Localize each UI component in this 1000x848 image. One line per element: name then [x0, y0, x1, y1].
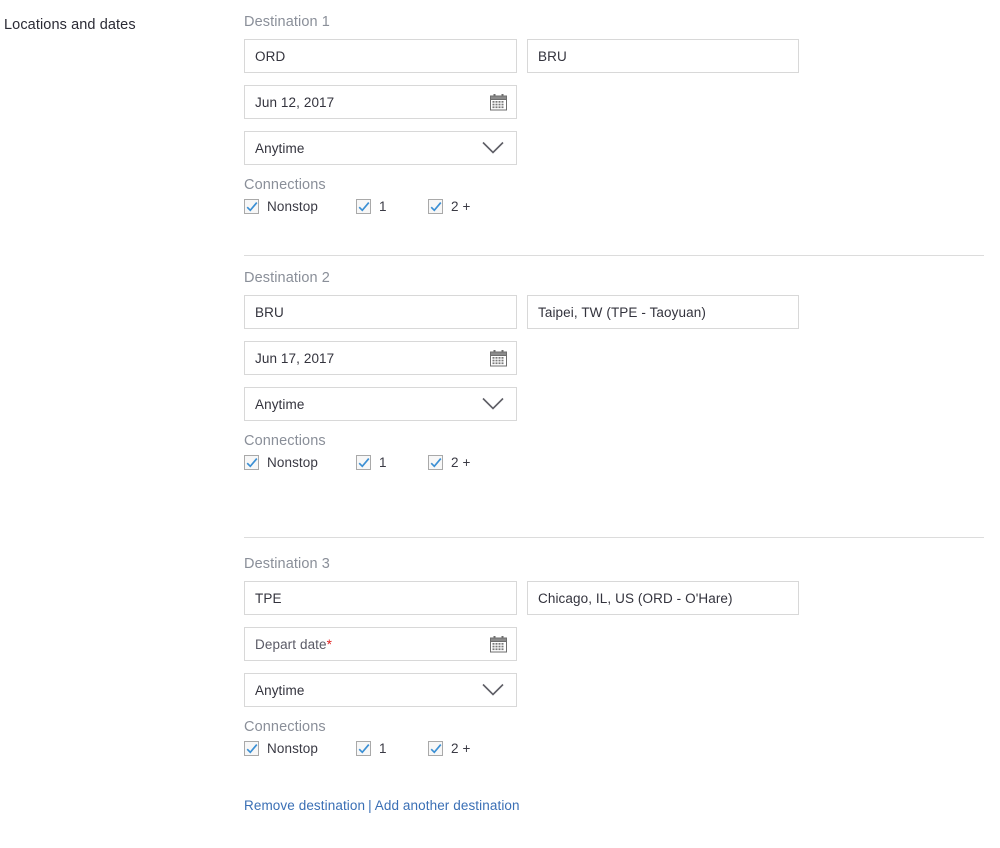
- time-select-3[interactable]: Anytime: [244, 673, 517, 707]
- destination-block-2: Destination 2 BRU Taipei, TW (TPE - Taoyua…: [244, 270, 799, 475]
- destination-block-3: Destination 3 TPE Chicago, IL, US (ORD - O…: [244, 556, 799, 761]
- depart-date-value-3: Depart date: [255, 636, 327, 652]
- required-marker-3: *: [326, 636, 332, 652]
- time-select-value-3: Anytime: [255, 682, 305, 698]
- calendar-icon[interactable]: [490, 94, 507, 111]
- destination-title-2: Destination 2: [244, 270, 330, 286]
- connection-label: 1: [379, 199, 387, 214]
- destination-value-1: BRU: [538, 48, 567, 64]
- connection-checkbox-3-2[interactable]: 1: [356, 741, 387, 756]
- connection-checkbox-2-1[interactable]: Nonstop: [244, 455, 318, 470]
- checkbox-icon[interactable]: [244, 741, 259, 756]
- checkbox-icon[interactable]: [428, 199, 443, 214]
- connection-label: Nonstop: [267, 741, 318, 756]
- section-label: Locations and dates: [4, 17, 136, 33]
- connection-checkbox-2-3[interactable]: 2 +: [428, 455, 470, 470]
- date-row-1: Jun 12, 2017: [244, 85, 799, 119]
- airport-row-3: TPE Chicago, IL, US (ORD - O'Hare): [244, 581, 799, 615]
- connections-row-1: Nonstop 1 2 +: [244, 199, 799, 219]
- link-separator: |: [368, 798, 372, 813]
- connections-row-2: Nonstop 1 2 +: [244, 455, 799, 475]
- depart-date-input-1[interactable]: Jun 12, 2017: [244, 85, 517, 119]
- connections-label-3: Connections: [244, 719, 326, 735]
- destination-value-2: Taipei, TW (TPE - Taoyuan): [538, 304, 706, 320]
- destination-input-3[interactable]: Chicago, IL, US (ORD - O'Hare): [527, 581, 799, 615]
- connection-label: 1: [379, 455, 387, 470]
- chevron-down-icon[interactable]: [482, 141, 504, 155]
- destination-input-1[interactable]: BRU: [527, 39, 799, 73]
- connection-label: 2 +: [451, 741, 471, 756]
- checkbox-icon[interactable]: [356, 199, 371, 214]
- section-divider-2: [244, 537, 984, 538]
- time-select-1[interactable]: Anytime: [244, 131, 517, 165]
- depart-date-value-1: Jun 12, 2017: [255, 94, 335, 110]
- origin-input-2[interactable]: BRU: [244, 295, 517, 329]
- locations-and-dates-form: Locations and dates Destination 1 ORD BRU J…: [0, 0, 1000, 848]
- checkbox-icon[interactable]: [356, 741, 371, 756]
- connections-row-3: Nonstop 1 2 +: [244, 741, 799, 761]
- date-row-3: Depart date *: [244, 627, 799, 661]
- destination-value-3: Chicago, IL, US (ORD - O'Hare): [538, 590, 733, 606]
- time-select-2[interactable]: Anytime: [244, 387, 517, 421]
- connection-checkbox-2-2[interactable]: 1: [356, 455, 387, 470]
- origin-value-3: TPE: [255, 590, 282, 606]
- connection-checkbox-3-1[interactable]: Nonstop: [244, 741, 318, 756]
- depart-date-value-2: Jun 17, 2017: [255, 350, 335, 366]
- remove-destination-link[interactable]: Remove destination: [244, 798, 365, 813]
- destination-title-1: Destination 1: [244, 14, 330, 30]
- checkbox-icon[interactable]: [428, 741, 443, 756]
- connection-label: Nonstop: [267, 455, 318, 470]
- origin-value-2: BRU: [255, 304, 284, 320]
- chevron-down-icon[interactable]: [482, 683, 504, 697]
- connections-label-2: Connections: [244, 433, 326, 449]
- connection-label: Nonstop: [267, 199, 318, 214]
- connection-checkbox-3-3[interactable]: 2 +: [428, 741, 470, 756]
- origin-input-1[interactable]: ORD: [244, 39, 517, 73]
- calendar-icon[interactable]: [490, 636, 507, 653]
- connection-label: 1: [379, 741, 387, 756]
- origin-value-1: ORD: [255, 48, 286, 64]
- connections-label-1: Connections: [244, 177, 326, 193]
- depart-date-input-3[interactable]: Depart date *: [244, 627, 517, 661]
- time-select-value-1: Anytime: [255, 140, 305, 156]
- checkbox-icon[interactable]: [244, 199, 259, 214]
- checkbox-icon[interactable]: [356, 455, 371, 470]
- section-divider-1: [244, 255, 984, 256]
- checkbox-icon[interactable]: [244, 455, 259, 470]
- chevron-down-icon[interactable]: [482, 397, 504, 411]
- destination-actions: Remove destination | Add another destinati…: [244, 798, 520, 813]
- destination-block-1: Destination 1 ORD BRU Jun 12, 2017 Anytime Co…: [244, 14, 799, 219]
- depart-date-input-2[interactable]: Jun 17, 2017: [244, 341, 517, 375]
- time-select-value-2: Anytime: [255, 396, 305, 412]
- origin-input-3[interactable]: TPE: [244, 581, 517, 615]
- connection-checkbox-1-1[interactable]: Nonstop: [244, 199, 318, 214]
- connection-label: 2 +: [451, 455, 471, 470]
- destination-input-2[interactable]: Taipei, TW (TPE - Taoyuan): [527, 295, 799, 329]
- airport-row-1: ORD BRU: [244, 39, 799, 73]
- destination-title-3: Destination 3: [244, 556, 330, 572]
- airport-row-2: BRU Taipei, TW (TPE - Taoyuan): [244, 295, 799, 329]
- date-row-2: Jun 17, 2017: [244, 341, 799, 375]
- add-destination-link[interactable]: Add another destination: [375, 798, 520, 813]
- checkbox-icon[interactable]: [428, 455, 443, 470]
- calendar-icon[interactable]: [490, 350, 507, 367]
- connection-checkbox-1-3[interactable]: 2 +: [428, 199, 470, 214]
- connection-label: 2 +: [451, 199, 471, 214]
- connection-checkbox-1-2[interactable]: 1: [356, 199, 387, 214]
